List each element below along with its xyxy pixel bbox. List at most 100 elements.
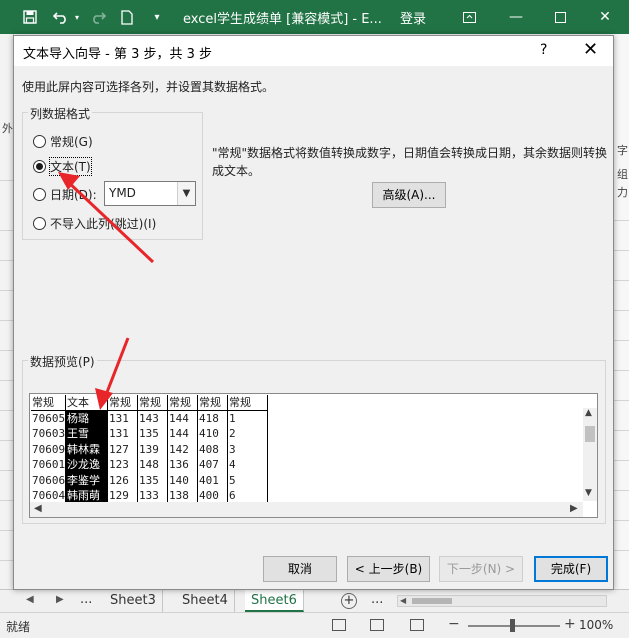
- data-preview-grid[interactable]: 常规 文本 常规 常规 常规 常规 常规 70605 杨璐 131 143 144 418 1 70603 王…: [31, 395, 268, 504]
- radio-text-button[interactable]: [33, 159, 46, 173]
- radio-skip-label[interactable]: 不导入此列(跳过)(I): [50, 215, 156, 232]
- horizontal-scrollbar[interactable]: ◀: [397, 595, 607, 607]
- preview-column-header[interactable]: 常规: [228, 395, 268, 410]
- radio-date[interactable]: 日期(D):: [33, 185, 97, 203]
- undo-dropdown-icon[interactable]: ▾: [72, 7, 82, 27]
- sheet-right-edge: 字 组 力: [614, 34, 629, 594]
- preview-row: 70601 沙龙逸 123 148 136 407 4: [31, 457, 268, 473]
- preview-cell: 131: [108, 426, 138, 442]
- preview-column-header[interactable]: 常规: [138, 395, 168, 410]
- scrollbar-thumb[interactable]: [412, 598, 452, 604]
- back-button[interactable]: < 上一步(B): [347, 556, 430, 582]
- preview-cell: 140: [168, 472, 198, 488]
- zoom-out-icon[interactable]: −: [448, 616, 460, 632]
- radio-date-button[interactable]: [33, 187, 46, 201]
- preview-cell: 407: [198, 457, 228, 473]
- preview-column-header[interactable]: 常规: [168, 395, 198, 410]
- radio-general-label[interactable]: 常规(G): [50, 133, 93, 150]
- normal-view-icon[interactable]: [332, 619, 346, 631]
- radio-general-button[interactable]: [33, 134, 46, 148]
- instruction-text: 使用此屏内容可选择各列，并设置其数据格式。: [22, 80, 275, 94]
- preview-cell: 143: [138, 410, 168, 426]
- radio-text[interactable]: 文本(T): [33, 156, 92, 176]
- data-preview-box[interactable]: 常规 文本 常规 常规 常规 常规 常规 70605 杨璐 131 143 144 418 1 70603 王…: [29, 393, 598, 518]
- minimize-icon[interactable]: —: [503, 6, 529, 28]
- customize-quick-access-icon[interactable]: ▾: [150, 7, 164, 27]
- window-close-icon[interactable]: ✕: [592, 6, 618, 28]
- excel-title-bar: ▾ ▾ excel学生成绩单 [兼容模式] - E... 登录 — ✕: [0, 0, 629, 34]
- column-format-group: 列数据格式 常规(G) 文本(T) 日期(D): YMD ▼ 不导入此列(跳过)…: [22, 105, 203, 240]
- preview-column-header[interactable]: 常规: [198, 395, 228, 410]
- cancel-button[interactable]: 取消: [263, 556, 337, 582]
- zoom-level[interactable]: 100%: [579, 618, 613, 632]
- login-link[interactable]: 登录: [400, 8, 426, 27]
- sheet-tab-sheet3[interactable]: Sheet3: [104, 590, 163, 612]
- preview-cell: 139: [138, 441, 168, 457]
- help-button[interactable]: ?: [540, 42, 547, 58]
- scroll-down-icon[interactable]: ▼: [585, 488, 592, 498]
- preview-column-header[interactable]: 文本: [66, 395, 108, 410]
- preview-cell: 70603: [32, 426, 66, 442]
- radio-skip-button[interactable]: [33, 216, 46, 230]
- preview-column-header[interactable]: 常规: [108, 395, 138, 410]
- zoom-in-icon[interactable]: +: [564, 616, 576, 632]
- preview-horizontal-scrollbar[interactable]: ◀ ▶: [30, 502, 583, 517]
- scroll-left-icon[interactable]: ◀: [34, 503, 42, 514]
- preview-cell: 418: [198, 410, 228, 426]
- finish-button[interactable]: 完成(F): [534, 556, 608, 582]
- undo-icon[interactable]: [50, 7, 72, 27]
- redo-icon[interactable]: [87, 7, 109, 27]
- maximize-icon[interactable]: [547, 6, 573, 28]
- page-break-view-icon[interactable]: [410, 619, 424, 631]
- preview-vscroll-thumb[interactable]: [585, 426, 595, 442]
- scroll-left-icon[interactable]: ◀: [400, 596, 406, 606]
- next-button[interactable]: 下一步(N) >: [439, 556, 523, 582]
- zoom-slider-thumb[interactable]: [510, 619, 515, 632]
- preview-cell: 5: [228, 472, 268, 488]
- preview-cell: 李鉴学: [66, 472, 108, 488]
- sheet-tab-sheet4[interactable]: Sheet4: [176, 590, 235, 612]
- preview-cell: 3: [228, 441, 268, 457]
- date-format-select[interactable]: YMD ▼: [104, 181, 196, 206]
- data-preview-legend: 数据预览(P): [28, 353, 97, 370]
- preview-cell: 4: [228, 457, 268, 473]
- advanced-button[interactable]: 高级(A)...: [372, 182, 446, 208]
- column-format-legend: 列数据格式: [28, 105, 93, 122]
- radio-general[interactable]: 常规(G): [33, 132, 93, 150]
- ribbon-display-icon[interactable]: [456, 6, 482, 28]
- scroll-right-icon[interactable]: ▶: [570, 503, 578, 514]
- save-icon[interactable]: [20, 7, 40, 27]
- ribbon-fragment-text: 组: [617, 168, 628, 181]
- preview-cell: 144: [168, 426, 198, 442]
- preview-cell: 148: [138, 457, 168, 473]
- preview-vertical-scrollbar[interactable]: ▲ ▼: [583, 408, 597, 501]
- dialog-close-button[interactable]: ✕: [583, 39, 598, 60]
- preview-cell: 136: [168, 457, 198, 473]
- preview-column-header[interactable]: 常规: [31, 395, 66, 410]
- data-preview-group: 数据预览(P) 常规 文本 常规 常规 常规 常规 常规 70605 杨璐 131 143 144 41…: [22, 353, 606, 524]
- tabs-more-button[interactable]: ...: [371, 592, 383, 607]
- sheet-tab-sheet6[interactable]: Sheet6: [245, 590, 304, 612]
- add-sheet-icon[interactable]: +: [341, 593, 357, 609]
- radio-date-label[interactable]: 日期(D):: [50, 186, 97, 203]
- scroll-up-icon[interactable]: ▲: [585, 408, 592, 418]
- sheet-tab-bar: ◀ ▶ ... Sheet3 Sheet4 Sheet6 + ... ◀: [0, 589, 629, 612]
- next-sheet-icon[interactable]: ▶: [56, 594, 64, 605]
- status-text: 就绪: [6, 620, 31, 634]
- text-import-wizard-dialog: 文本导入向导 - 第 3 步，共 3 步 ? ✕ 使用此屏内容可选择各列，并设置…: [13, 35, 614, 590]
- preview-row: 70609 韩林霖 127 139 142 408 3: [31, 441, 268, 457]
- preview-cell: 142: [168, 441, 198, 457]
- radio-text-label[interactable]: 文本(T): [49, 156, 92, 176]
- radio-skip-column[interactable]: 不导入此列(跳过)(I): [33, 214, 156, 232]
- new-file-icon[interactable]: [118, 7, 136, 27]
- preview-cell: 沙龙逸: [66, 457, 108, 473]
- tabs-overflow-button[interactable]: ...: [80, 592, 92, 607]
- preview-cell: 70605: [32, 410, 66, 426]
- preview-cell: 韩林霖: [66, 441, 108, 457]
- preview-cell: 70606: [32, 472, 66, 488]
- ribbon-fragment-text: 字: [617, 144, 628, 157]
- page-layout-view-icon[interactable]: [370, 619, 384, 631]
- preview-header-row[interactable]: 常规 文本 常规 常规 常规 常规 常规: [31, 395, 268, 411]
- prev-sheet-icon[interactable]: ◀: [26, 594, 34, 605]
- chevron-down-icon[interactable]: ▼: [177, 182, 195, 205]
